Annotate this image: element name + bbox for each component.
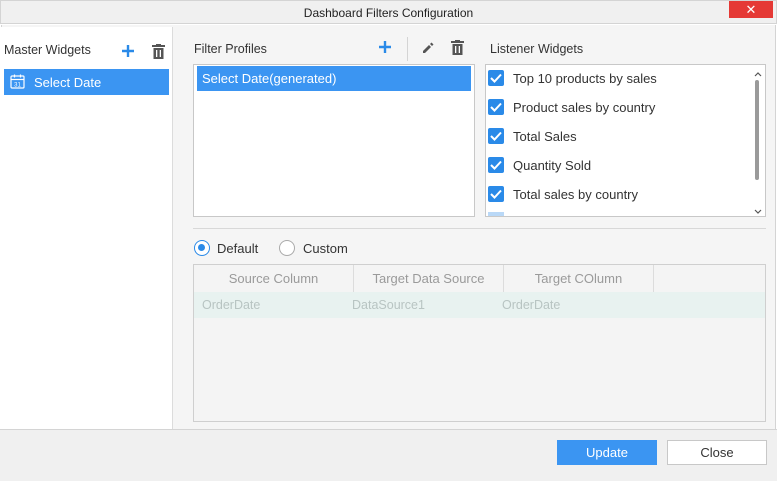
custom-radio[interactable] [279, 240, 295, 256]
master-widget-item[interactable]: 31 Select Date [4, 69, 169, 95]
window-title: Dashboard Filters Configuration [303, 6, 474, 20]
listener-widget-label: Product sales by country [513, 99, 656, 115]
grid-header-cell[interactable]: Target COlumn [504, 265, 654, 292]
partial-checkbox [488, 212, 504, 216]
listener-widget-label: Quantity Sold [513, 157, 592, 173]
checkbox-checked-icon[interactable] [488, 157, 504, 173]
listener-widget-label: Total sales by country [513, 186, 639, 202]
default-radio[interactable] [194, 240, 210, 256]
mapping-grid: Source Column Target Data Source Target … [193, 264, 766, 422]
default-radio-label: Default [217, 241, 259, 256]
add-master-widget-icon[interactable] [119, 42, 137, 60]
listener-widget-label: Total Sales [513, 128, 577, 144]
table-row[interactable]: OrderDate DataSource1 OrderDate [194, 292, 765, 318]
grid-cell: OrderDate [502, 298, 561, 312]
delete-filter-profile-icon[interactable] [448, 38, 466, 56]
svg-text:31: 31 [14, 83, 21, 89]
scroll-up-icon[interactable] [753, 66, 763, 81]
listener-widgets-label: Listener Widgets [490, 42, 584, 56]
checkbox-checked-icon[interactable] [488, 128, 504, 144]
filter-profile-label: Select Date(generated) [202, 71, 337, 86]
window-close-button[interactable]: ✕ [729, 1, 773, 18]
listener-widget-row[interactable]: Quantity Sold [488, 155, 591, 175]
filter-profile-item[interactable]: Select Date(generated) [197, 66, 471, 91]
edit-filter-profile-icon[interactable] [418, 38, 436, 56]
listener-widget-row[interactable]: Product sales by country [488, 97, 655, 117]
grid-header: Source Column Target Data Source Target … [194, 265, 765, 292]
master-widget-label: Select Date [34, 75, 102, 90]
listener-scrollbar[interactable] [752, 66, 764, 216]
grid-header-cell[interactable]: Target Data Source [354, 265, 504, 292]
close-button[interactable]: Close [667, 440, 767, 465]
grid-header-cell[interactable]: Source Column [194, 265, 354, 292]
title-bar: Dashboard Filters Configuration ✕ [0, 0, 777, 24]
checkbox-checked-icon[interactable] [488, 99, 504, 115]
custom-radio-label: Custom [303, 241, 348, 256]
listener-widget-row[interactable]: Total sales by country [488, 184, 638, 204]
scroll-thumb[interactable] [755, 80, 759, 180]
toolbar-separator [407, 37, 408, 61]
filter-profiles-label: Filter Profiles [194, 42, 267, 56]
delete-master-widget-icon[interactable] [149, 42, 167, 60]
listener-widget-label: Top 10 products by sales [513, 70, 657, 86]
add-filter-profile-icon[interactable] [376, 38, 394, 56]
grid-cell: DataSource1 [352, 298, 425, 312]
grid-cell: OrderDate [202, 298, 261, 312]
calendar-icon: 31 [10, 74, 25, 92]
listener-widget-row[interactable]: Top 10 products by sales [488, 68, 657, 88]
master-widgets-label: Master Widgets [4, 43, 91, 57]
section-divider [193, 228, 766, 229]
dialog-footer [0, 429, 777, 481]
checkbox-checked-icon[interactable] [488, 70, 504, 86]
update-button[interactable]: Update [557, 440, 657, 465]
listener-widget-row[interactable]: Total Sales [488, 126, 577, 146]
scroll-down-icon[interactable] [753, 204, 763, 219]
checkbox-checked-icon[interactable] [488, 186, 504, 202]
